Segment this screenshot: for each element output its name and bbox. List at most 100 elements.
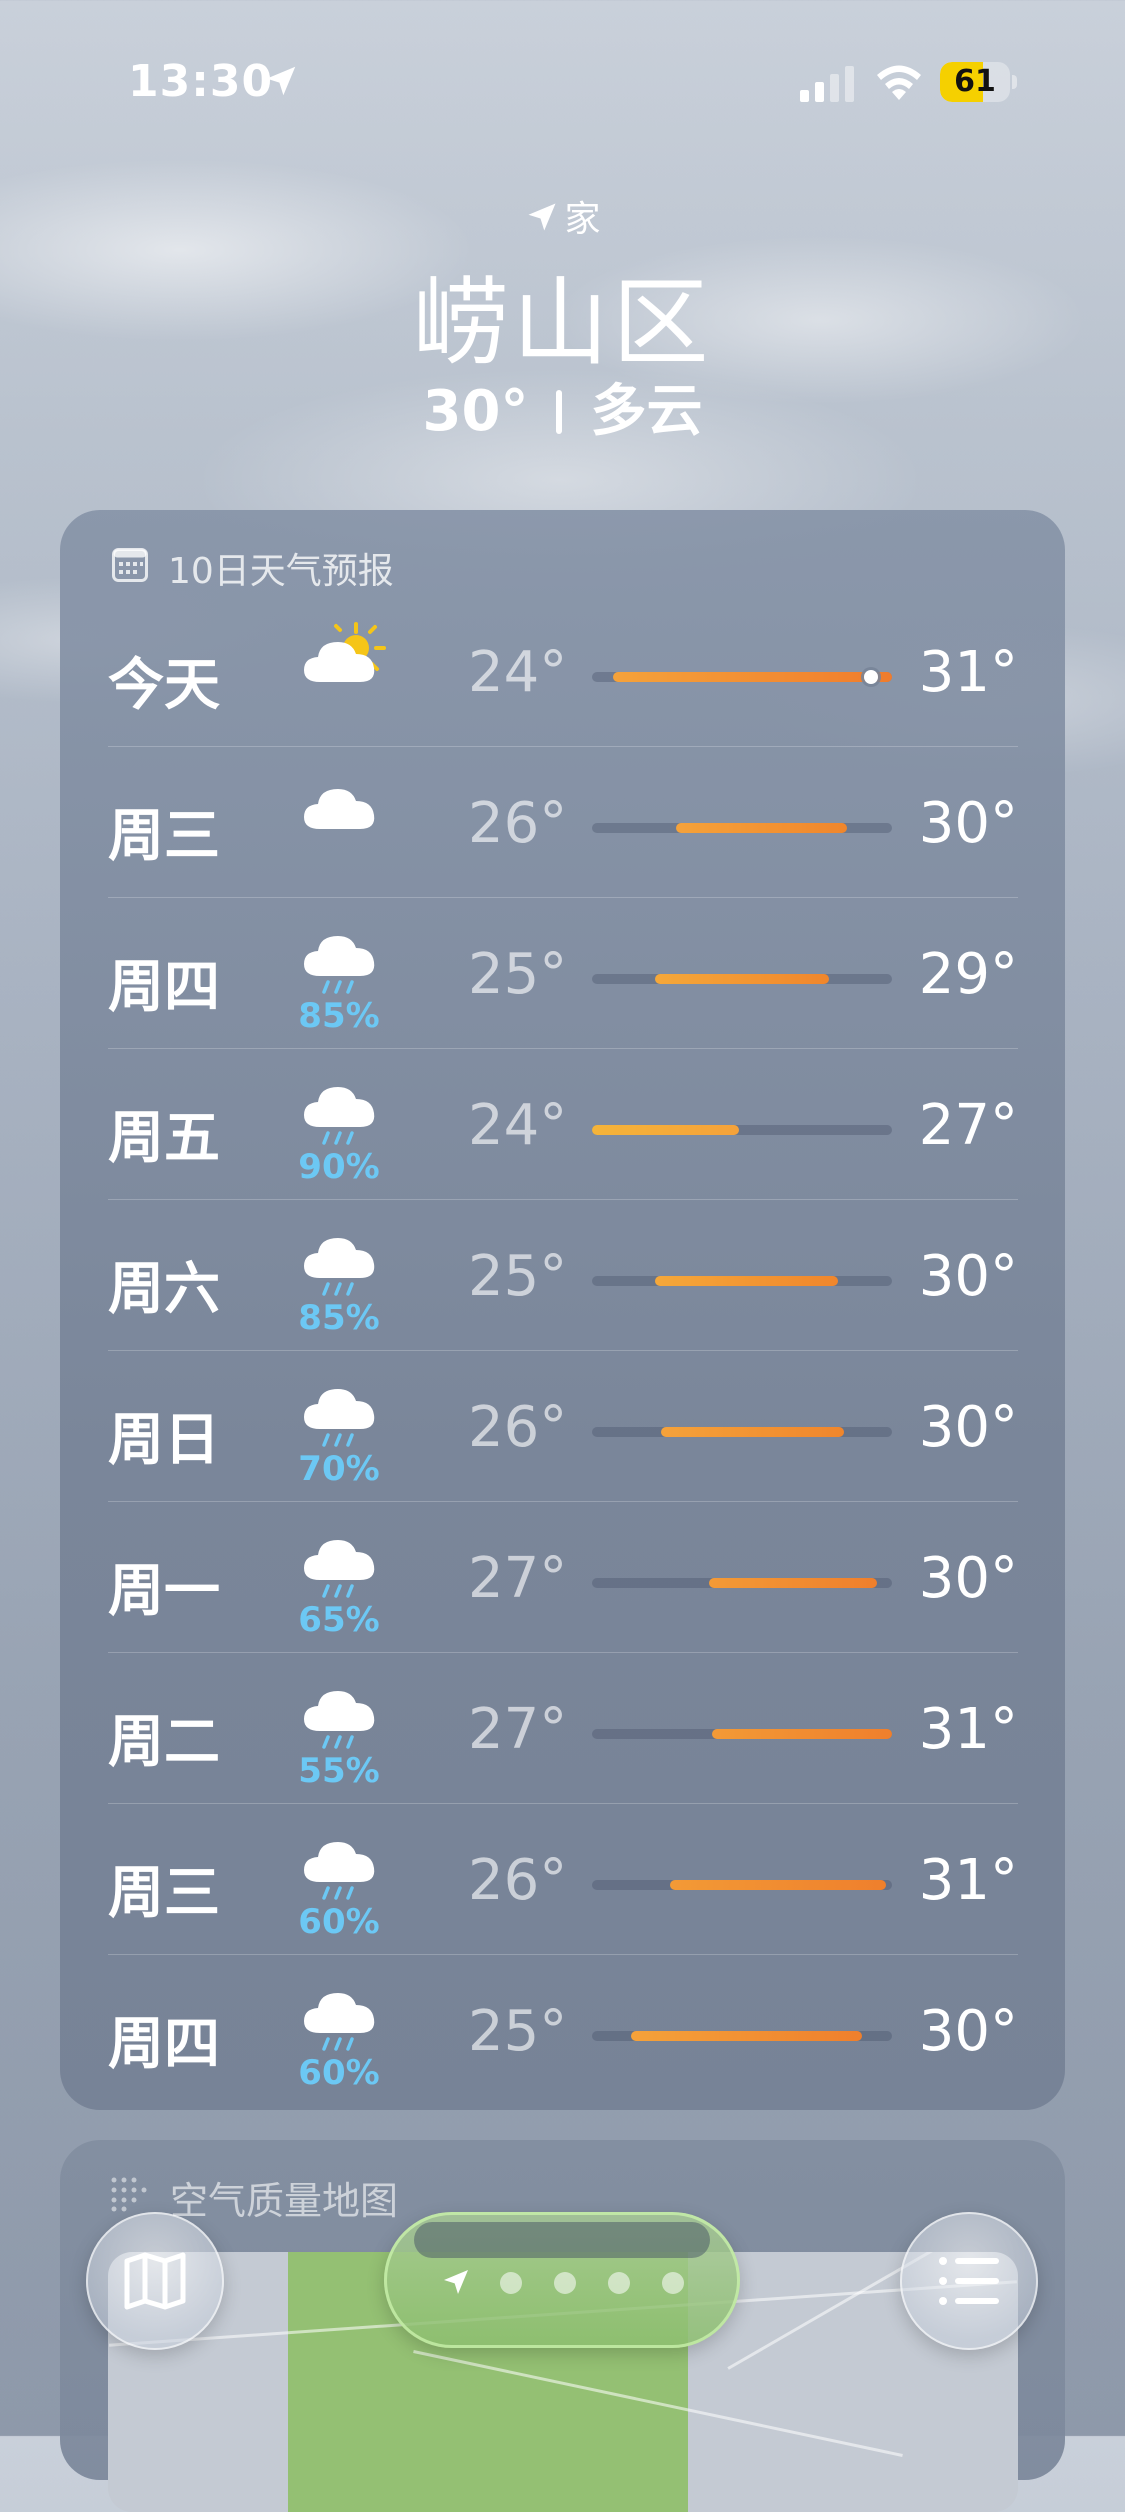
temperature-range-fill <box>592 1125 739 1135</box>
forecast-row[interactable]: 周三 26° 31° 60% <box>108 1804 1018 1955</box>
page-indicator[interactable] <box>384 2212 740 2348</box>
forecast-row[interactable]: 周四 25° 30° 60% <box>108 1955 1018 2106</box>
location-arrow-icon <box>266 66 296 96</box>
page-dot[interactable] <box>500 2272 522 2294</box>
day-label: 周五 <box>108 1106 220 1171</box>
temperature-range-fill <box>613 672 892 682</box>
battery-indicator: 61 <box>940 62 1017 102</box>
low-temperature: 24° <box>468 640 568 705</box>
low-temperature: 24° <box>468 1093 568 1158</box>
air-quality-icon <box>111 2177 147 2212</box>
high-temperature: 30° <box>918 1999 1018 2064</box>
map-button[interactable] <box>86 2212 224 2350</box>
day-label: 周三 <box>108 804 220 869</box>
forecast-row[interactable]: 周日 26° 30° 70% <box>108 1351 1018 1502</box>
condition-text: 多云 <box>590 379 703 444</box>
map-icon <box>124 2252 186 2310</box>
page-dot[interactable] <box>608 2272 630 2294</box>
low-temperature: 27° <box>468 1546 568 1611</box>
temperature-range-bar <box>592 2031 892 2041</box>
forecast-title: 10日天气预报 <box>168 551 394 592</box>
low-temperature: 26° <box>468 1395 568 1460</box>
temperature-range-bar <box>592 1578 892 1588</box>
current-location-icon <box>444 2270 468 2294</box>
temperature-range-bar <box>592 823 892 833</box>
high-temperature: 31° <box>918 1697 1018 1762</box>
low-temperature: 25° <box>468 1244 568 1309</box>
precipitation-chance: 60% <box>298 2053 380 2093</box>
temperature-range-fill <box>655 1276 838 1286</box>
day-label: 周日 <box>108 1408 220 1473</box>
forecast-row[interactable]: 周六 25° 30° 85% <box>108 1200 1018 1351</box>
low-temperature: 26° <box>468 1848 568 1913</box>
forecast-row[interactable]: 周四 25° 29° 85% <box>108 898 1018 1049</box>
current-conditions: 30° 多云 <box>0 366 1125 447</box>
temperature-range-fill <box>670 1880 886 1890</box>
page-dot[interactable] <box>554 2272 576 2294</box>
precipitation-chance: 60% <box>298 1902 380 1942</box>
precipitation-chance: 55% <box>298 1751 380 1791</box>
high-temperature: 30° <box>918 1546 1018 1611</box>
day-label: 周六 <box>108 1257 220 1322</box>
day-label: 周一 <box>108 1559 220 1624</box>
temperature-range-bar <box>592 974 892 984</box>
temperature-range-bar <box>592 1276 892 1286</box>
wifi-icon <box>877 65 921 100</box>
high-temperature: 27° <box>918 1093 1018 1158</box>
page-dot[interactable] <box>662 2272 684 2294</box>
temperature-range-bar <box>592 1125 892 1135</box>
list-icon <box>939 2257 999 2305</box>
cellular-signal-icon <box>800 66 854 102</box>
precipitation-chance: 85% <box>298 1298 380 1338</box>
location-name: 家 <box>564 199 601 240</box>
forecast-row[interactable]: 周五 24° 27° 90% <box>108 1049 1018 1200</box>
temperature-range-bar <box>592 1427 892 1437</box>
temperature-range-fill <box>661 1427 844 1437</box>
temperature-range-fill <box>631 2031 862 2041</box>
forecast-row[interactable]: 今天 24° 31° <box>108 596 1018 747</box>
day-label: 周三 <box>108 1861 220 1926</box>
high-temperature: 31° <box>918 640 1018 705</box>
precipitation-chance: 90% <box>298 1147 380 1187</box>
low-temperature: 25° <box>468 942 568 1007</box>
temperature-range-bar <box>592 1729 892 1739</box>
day-label: 周二 <box>108 1710 220 1775</box>
location-label: 家 <box>0 190 1125 242</box>
precipitation-chance: 85% <box>298 996 380 1036</box>
forecast-row[interactable]: 周三 26° 30° <box>108 747 1018 898</box>
location-list-button[interactable] <box>900 2212 1038 2350</box>
partly-sunny-icon <box>298 618 388 728</box>
temperature-range-fill <box>712 1729 892 1739</box>
forecast-row[interactable]: 周一 27° 30° 65% <box>108 1502 1018 1653</box>
temperature-range-fill <box>709 1578 877 1588</box>
ten-day-forecast-card[interactable]: 10日天气预报 今天 24° 31° 周三 26° 30° 周四 25° 29° 85% 周五 24°… <box>60 510 1065 2110</box>
low-temperature: 27° <box>468 1697 568 1762</box>
high-temperature: 31° <box>918 1848 1018 1913</box>
current-temperature: 30° <box>422 379 529 444</box>
status-bar: 13:30 61 <box>0 52 1125 112</box>
high-temperature: 30° <box>918 1395 1018 1460</box>
forecast-row[interactable]: 周二 27° 31° 55% <box>108 1653 1018 1804</box>
temperature-range-fill <box>655 974 829 984</box>
high-temperature: 29° <box>918 942 1018 1007</box>
location-arrow-icon <box>528 203 556 231</box>
battery-level: 61 <box>954 64 996 99</box>
calendar-icon <box>112 548 148 582</box>
low-temperature: 26° <box>468 791 568 856</box>
divider <box>556 390 563 434</box>
low-temperature: 25° <box>468 1999 568 2064</box>
precipitation-chance: 70% <box>298 1449 380 1489</box>
air-quality-title: 空气质量地图 <box>170 2179 399 2223</box>
temperature-range-fill <box>676 823 847 833</box>
day-label: 周四 <box>108 2012 220 2077</box>
high-temperature: 30° <box>918 791 1018 856</box>
status-time: 13:30 <box>128 56 274 107</box>
temperature-range-bar <box>592 670 892 684</box>
day-label: 今天 <box>108 653 220 718</box>
precipitation-chance: 65% <box>298 1600 380 1640</box>
current-temperature-marker <box>864 670 878 684</box>
day-label: 周四 <box>108 955 220 1020</box>
high-temperature: 30° <box>918 1244 1018 1309</box>
temperature-range-bar <box>592 1880 892 1890</box>
city-name: 崂山区 <box>412 267 713 379</box>
